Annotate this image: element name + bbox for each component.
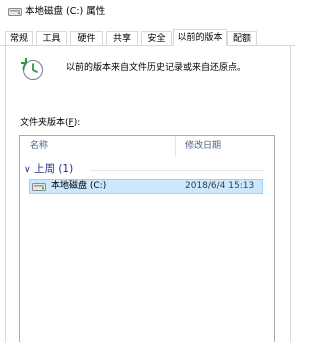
versions-list[interactable]: 名称 修改日期 ∨ 上周 (1) 本地磁盘 (C:) 2018/6/4 15:13 — [19, 135, 275, 342]
tab-previous-versions[interactable]: 以前的版本 — [173, 29, 227, 46]
window-title: 本地磁盘 (C:) 属性 — [25, 6, 106, 17]
item-name: 本地磁盘 (C:) — [51, 181, 107, 191]
tab-sharing[interactable]: 共享 — [106, 31, 138, 45]
chevron-down-icon[interactable]: ∨ — [24, 162, 34, 178]
label-suffix: ): — [73, 118, 81, 128]
label-prefix: 文件夹版本( — [20, 118, 69, 128]
title-bar: 本地磁盘 (C:) 属性 — [0, 0, 295, 24]
item-date: 2018/6/4 15:13 — [185, 181, 255, 191]
tab-tools[interactable]: 工具 — [36, 31, 67, 45]
column-header-date[interactable]: 修改日期 — [175, 136, 274, 156]
tab-quota[interactable]: 配额 — [227, 31, 257, 45]
group-divider — [90, 170, 265, 171]
tab-general[interactable]: 常规 — [5, 31, 33, 45]
description-text: 以前的版本来自文件历史记录或来自还原点。 — [66, 63, 247, 73]
drive-icon — [32, 183, 46, 191]
tab-bar: 常规 工具 硬件 共享 安全 以前的版本 配额 — [0, 29, 295, 46]
tab-security[interactable]: 安全 — [141, 31, 172, 45]
drive-icon — [8, 8, 22, 16]
tab-hardware[interactable]: 硬件 — [70, 31, 103, 45]
group-label: 上周 (1) — [34, 163, 74, 175]
column-header-name[interactable]: 名称 — [20, 136, 175, 156]
group-header[interactable]: ∨ 上周 (1) — [24, 161, 73, 177]
restore-history-icon — [21, 58, 43, 80]
list-item[interactable]: 本地磁盘 (C:) 2018/6/4 15:13 — [29, 179, 263, 194]
folder-versions-label: 文件夹版本(F): — [20, 117, 80, 129]
